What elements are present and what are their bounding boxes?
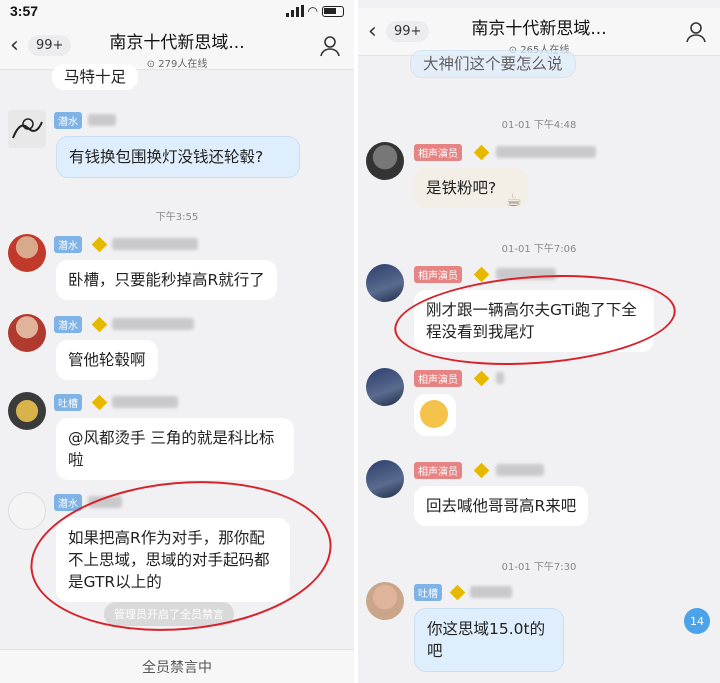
battery-icon [322, 5, 344, 17]
chat-header: ‹ 99+ 南京十代新思域... ⊙ 279人在线 [0, 22, 354, 70]
emoji-bubble[interactable] [414, 394, 456, 436]
online-count: ⊙ 279人在线 [146, 59, 208, 70]
message-list[interactable]: 马特十足 潜水 有钱换包围换灯没钱还轮毂? 下午3:55 潜水 卧槽，只要能秒掉… [0, 64, 354, 683]
group-members-icon[interactable] [684, 20, 708, 44]
message-list[interactable]: 大神们这个要怎么说 01-01 下午4:48 相声演员 是铁粉吧? ☕ 01-0… [358, 50, 720, 683]
level-diamond-icon [449, 584, 466, 601]
member-tag: 潜水 [54, 316, 82, 333]
message-bubble[interactable]: 卧槽，只要能秒掉高R就行了 [56, 260, 277, 300]
message-text: 你这思域15.0t的吧 [427, 620, 546, 660]
chat-header: ‹ 99+ 南京十代新思域... ⊙ 265人在线 [358, 8, 720, 56]
title-block: 南京十代新思域... ⊙ 279人在线 [0, 28, 354, 70]
message-text: 是铁粉吧? [426, 179, 497, 197]
message-text: 回去喊他哥哥高R来吧 [426, 497, 577, 515]
fragment-text: 大神们这个要怎么说 [423, 55, 563, 73]
avatar[interactable] [8, 314, 46, 352]
message-fragment: 大神们这个要怎么说 [410, 50, 576, 78]
blurred-nickname [112, 238, 198, 250]
member-tag: 相声演员 [414, 370, 462, 387]
member-tag: 吐槽 [54, 394, 82, 411]
level-diamond-icon [473, 462, 490, 479]
avatar[interactable] [8, 392, 46, 430]
blurred-nickname [112, 318, 194, 330]
input-bar: 全员禁言中 [0, 649, 354, 683]
message-text: 管他轮毂啊 [68, 351, 146, 369]
timestamp: 下午3:55 [155, 212, 199, 223]
message-text: @风都烫手 三角的就是科比标啦 [68, 429, 275, 469]
blurred-nickname [112, 396, 178, 408]
timestamp: 01-01 下午4:48 [501, 120, 577, 131]
blurred-nickname [88, 114, 116, 126]
unread-count-badge[interactable]: 14 [684, 608, 710, 634]
message-bubble[interactable]: 管他轮毂啊 [56, 340, 158, 380]
group-title: 南京十代新思域... [109, 33, 245, 53]
level-diamond-icon [91, 236, 108, 253]
timestamp: 01-01 下午7:30 [501, 562, 577, 573]
level-diamond-icon [91, 316, 108, 333]
right-chat-screenshot: ‹ 99+ 南京十代新思域... ⊙ 265人在线 大神们这个要怎么说 01-0… [358, 0, 720, 683]
member-tag: 潜水 [54, 236, 82, 253]
message-bubble[interactable]: 有钱换包围换灯没钱还轮毂? [56, 136, 300, 178]
cup-sticker-icon: ☕ [506, 190, 523, 211]
group-title: 南京十代新思域... [471, 19, 607, 39]
blurred-nickname [496, 464, 544, 476]
timestamp: 01-01 下午7:06 [501, 244, 577, 255]
group-members-icon[interactable] [318, 34, 342, 58]
avatar[interactable] [366, 368, 404, 406]
status-bar: 3:57 ◠ [0, 0, 354, 22]
avatar[interactable] [366, 142, 404, 180]
level-diamond-icon [473, 370, 490, 387]
avatar[interactable] [366, 264, 404, 302]
wifi-icon: ◠ [307, 4, 318, 18]
level-diamond-icon [473, 144, 490, 161]
blurred-nickname [470, 586, 512, 598]
avatar[interactable] [366, 582, 404, 620]
status-time: 3:57 [10, 3, 39, 19]
member-tag: 相声演员 [414, 144, 462, 161]
blurred-nickname [496, 372, 504, 384]
online-count-text: 279人在线 [158, 59, 208, 70]
level-diamond-icon [91, 394, 108, 411]
message-text: 卧槽，只要能秒掉高R就行了 [68, 271, 265, 289]
grin-emoji-icon [420, 400, 448, 428]
signal-icon [285, 5, 304, 17]
left-chat-screenshot: 3:57 ◠ ‹ 99+ 南京十代新思域... ⊙ 279人在线 马特十足 潜水… [0, 0, 354, 683]
avatar[interactable] [8, 234, 46, 272]
member-tag: 潜水 [54, 112, 82, 129]
member-tag: 吐槽 [414, 584, 442, 601]
message-bubble[interactable]: 回去喊他哥哥高R来吧 [414, 486, 589, 526]
message-text: 有钱换包围换灯没钱还轮毂? [69, 148, 264, 166]
fragment-text: 马特十足 [64, 68, 127, 86]
avatar[interactable] [8, 110, 46, 148]
message-bubble[interactable]: 你这思域15.0t的吧 [414, 608, 564, 672]
message-bubble[interactable]: @风都烫手 三角的就是科比标啦 [56, 418, 294, 480]
sketch-avatar-image [12, 118, 43, 139]
member-tag: 相声演员 [414, 266, 462, 283]
message-fragment: 马特十足 [52, 64, 139, 90]
status-icons: ◠ [285, 4, 344, 18]
avatar[interactable] [366, 460, 404, 498]
avatar[interactable] [8, 492, 46, 530]
mute-all-label: 全员禁言中 [142, 659, 212, 676]
member-tag: 相声演员 [414, 462, 462, 479]
level-diamond-icon [473, 266, 490, 283]
blurred-nickname [496, 146, 596, 158]
